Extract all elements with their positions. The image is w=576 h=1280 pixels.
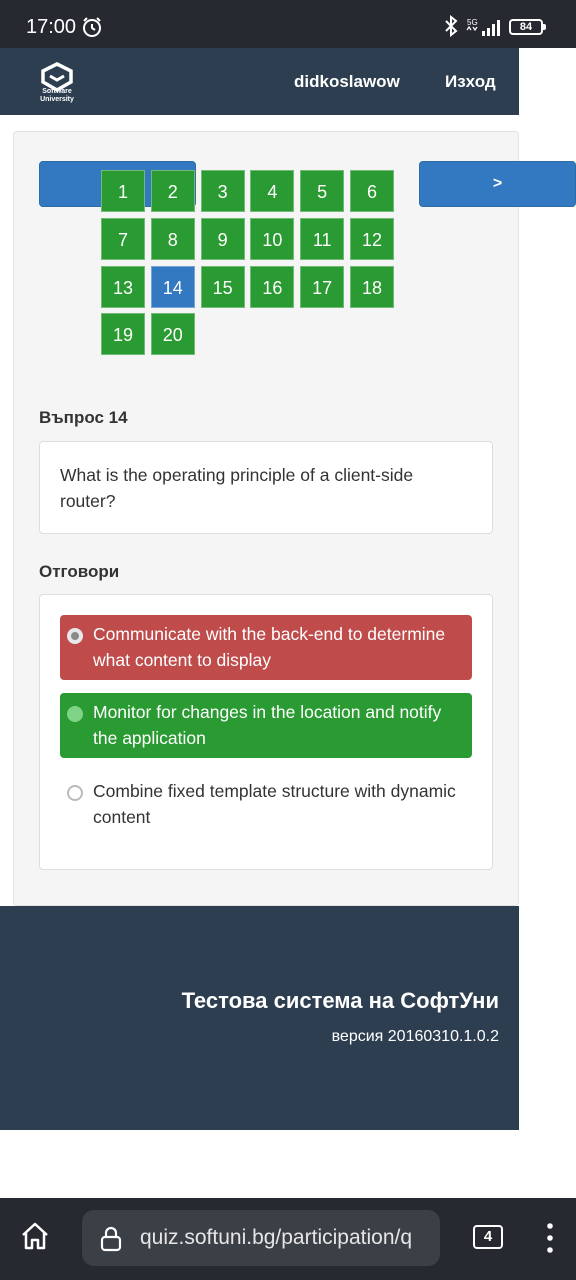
question-number-10[interactable]: 10	[250, 217, 295, 260]
question-number-20[interactable]: 20	[150, 313, 195, 356]
site-header: Software University didkoslawow Изход	[0, 48, 519, 115]
footer-version: версия 20160310.1.0.2	[331, 1028, 499, 1045]
question-number-9[interactable]: 9	[200, 217, 245, 260]
question-number-5[interactable]: 5	[300, 170, 345, 212]
answers-heading: Отговори	[39, 562, 120, 581]
question-number-17[interactable]: 17	[300, 265, 345, 308]
address-bar[interactable]: quiz.softuni.bg/participation/q	[82, 1210, 440, 1266]
answer-option-2[interactable]: Monitor for changes in the location and …	[60, 693, 472, 758]
question-number-16[interactable]: 16	[250, 265, 295, 308]
logo-text: Software University	[30, 88, 84, 104]
answer-option-3[interactable]: Combine fixed template structure with dy…	[60, 772, 472, 837]
battery-indicator: 84	[509, 19, 546, 35]
question-number-3[interactable]: 3	[200, 170, 245, 212]
footer-title: Тестова система на СофтУни	[181, 988, 499, 1013]
bluetooth-icon	[445, 15, 458, 37]
app-root: 17:00 5G 84 Software University didkosla…	[0, 0, 576, 1280]
question-number-1[interactable]: 1	[101, 170, 145, 212]
lock-icon	[100, 1226, 122, 1252]
site-footer: Тестова система на СофтУни версия 201603…	[0, 906, 519, 1130]
question-number-18[interactable]: 18	[350, 265, 394, 308]
url-text: quiz.softuni.bg/participation/q	[140, 1226, 413, 1249]
tab-switcher-button[interactable]: 4	[473, 1225, 503, 1249]
question-number-11[interactable]: 11	[300, 217, 345, 260]
more-menu-icon[interactable]	[545, 1222, 555, 1254]
username-link[interactable]: didkoslawow	[294, 72, 400, 92]
question-number-7[interactable]: 7	[101, 217, 145, 260]
logo-line1: Software	[42, 88, 72, 95]
answer-label: Communicate with the back-end to determi…	[93, 624, 446, 670]
question-text: What is the operating principle of a cli…	[39, 441, 493, 534]
question-number-2[interactable]: 2	[150, 170, 195, 212]
question-number-12[interactable]: 12	[350, 217, 394, 260]
next-question-button[interactable]: >	[419, 161, 576, 207]
question-number-8[interactable]: 8	[150, 217, 195, 260]
status-bar: 17:00 5G 84	[0, 0, 576, 48]
question-number-15[interactable]: 15	[200, 265, 245, 308]
home-icon[interactable]	[20, 1221, 50, 1251]
answer-label: Combine fixed template structure with dy…	[93, 781, 456, 827]
radio-button[interactable]	[67, 785, 83, 801]
alarm-icon	[83, 17, 101, 37]
network-type: 5G	[467, 18, 478, 27]
question-number-13[interactable]: 13	[101, 265, 145, 308]
signal-icon: 5G	[466, 18, 500, 36]
question-heading: Въпрос 14	[39, 408, 128, 427]
question-number-4[interactable]: 4	[250, 170, 295, 212]
answers-list: Communicate with the back-end to determi…	[39, 594, 493, 870]
browser-toolbar: quiz.softuni.bg/participation/q 4	[0, 1198, 576, 1280]
question-number-19[interactable]: 19	[101, 313, 145, 356]
answer-label: Monitor for changes in the location and …	[93, 702, 442, 748]
logout-link[interactable]: Изход	[445, 72, 496, 92]
question-number-14[interactable]: 14	[150, 265, 195, 308]
radio-button[interactable]	[67, 706, 83, 722]
radio-button[interactable]	[67, 628, 83, 644]
question-number-6[interactable]: 6	[350, 170, 394, 212]
logo-line2: University	[40, 96, 74, 103]
status-time: 17:00	[26, 16, 77, 38]
answer-option-1[interactable]: Communicate with the back-end to determi…	[60, 615, 472, 680]
